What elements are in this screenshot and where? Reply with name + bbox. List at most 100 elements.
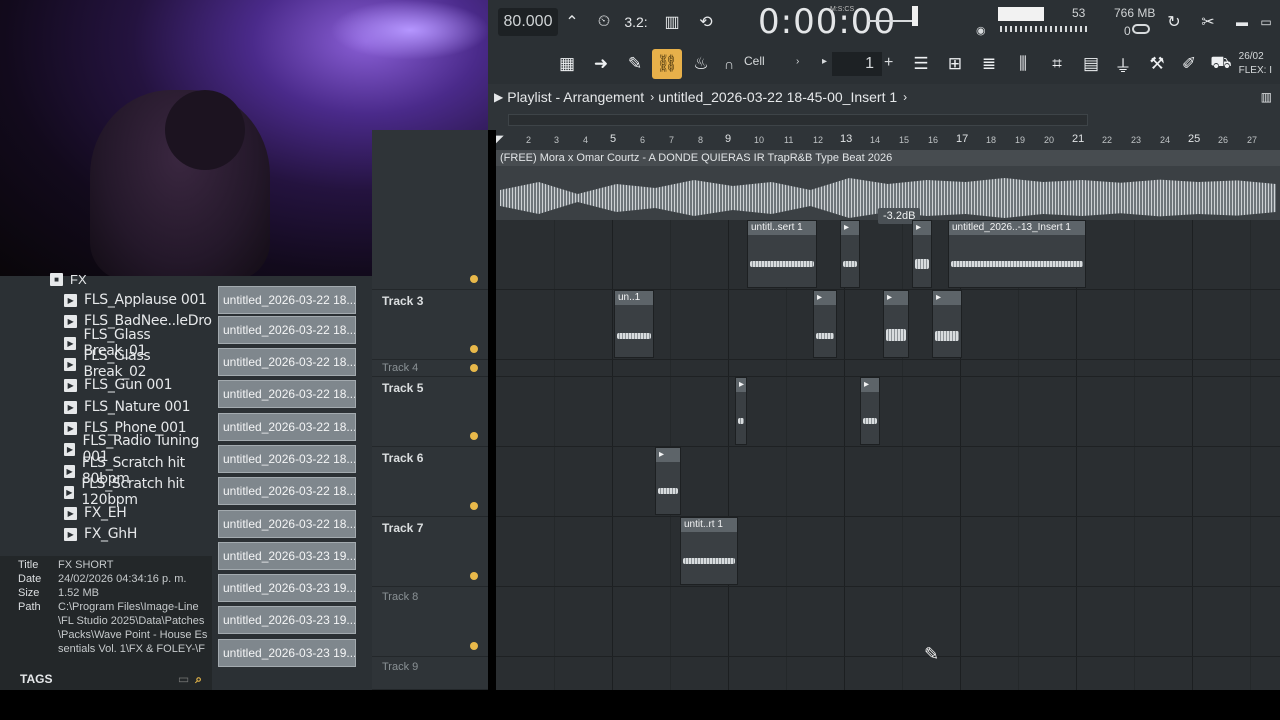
playhead-marker-icon[interactable]: ◤ — [496, 134, 504, 145]
hint-icon[interactable]: ✂ — [1194, 8, 1222, 36]
timeline-ruler[interactable]: ◤ 2 3 4 5 6 7 8 9 10 11 12 13 14 15 16 1… — [496, 130, 1280, 150]
track-header[interactable]: Track 4 — [372, 360, 488, 377]
draw-tool-icon[interactable]: ✎ — [620, 49, 650, 79]
tempo-display[interactable]: 80.000 — [498, 8, 558, 36]
track-row[interactable] — [496, 517, 1280, 587]
track-header[interactable]: Track 5 — [372, 377, 488, 447]
loop-record-icon[interactable]: ⟲ — [692, 8, 720, 36]
track-led[interactable] — [470, 572, 478, 580]
audio-clip[interactable]: untitl..sert 1 — [747, 220, 817, 288]
track-led[interactable] — [470, 432, 478, 440]
audio-clip[interactable]: ▸ — [655, 447, 681, 515]
play-arrow-icon[interactable]: ▸ — [822, 56, 827, 67]
clip-item[interactable]: untitled_2026-03-23 19... — [218, 639, 356, 667]
audio-clip[interactable]: untitled_2026..-13_Insert 1 — [948, 220, 1086, 288]
track-row[interactable] — [496, 377, 1280, 447]
add-icon[interactable]: + — [884, 54, 893, 72]
restore-icon[interactable]: ▭ — [1252, 8, 1280, 36]
track-header[interactable]: Track 9 — [372, 657, 488, 690]
refresh-icon[interactable]: ↻ — [1160, 8, 1188, 36]
snap-arrow-icon[interactable]: › — [796, 56, 799, 67]
track-name: Track 5 — [382, 381, 424, 395]
visibility-icon[interactable]: ◉ — [976, 24, 986, 37]
browser-item[interactable]: ▶ FX_EH — [64, 503, 127, 523]
audio-clip[interactable]: un..1 — [614, 290, 654, 358]
routing-icon[interactable]: ⌗ — [1042, 49, 1072, 79]
mixer-icon[interactable]: ⫼ — [1008, 49, 1038, 79]
magnet-icon[interactable]: ∩ — [724, 56, 734, 72]
track-led[interactable] — [470, 502, 478, 510]
track-row[interactable] — [496, 220, 1280, 290]
brush-icon[interactable]: ✐ — [1174, 49, 1204, 79]
track-led[interactable] — [470, 275, 478, 283]
clip-item[interactable]: untitled_2026-03-23 19... — [218, 574, 356, 602]
window-close-icon[interactable]: ▥ — [1261, 90, 1272, 104]
link-icon[interactable]: ⛓ — [652, 49, 682, 79]
audio-clip[interactable]: ▸ — [860, 377, 880, 445]
list-icon[interactable]: ≣ — [974, 49, 1004, 79]
clip-item[interactable]: untitled_2026-03-22 18... — [218, 348, 356, 376]
overview-scroll[interactable] — [508, 114, 1088, 126]
search-icon[interactable]: ⌕ — [195, 672, 202, 687]
playlist-overview[interactable] — [488, 110, 1280, 130]
audio-clip[interactable]: ▸ — [883, 290, 909, 358]
browser-item[interactable]: ▶ FLS_Gun 001 — [64, 375, 173, 395]
audio-clip[interactable]: ▸ — [735, 377, 747, 445]
song-audio-clip[interactable]: (FREE) Mora x Omar Courtz - A DONDE QUIE… — [496, 150, 1280, 224]
tool-icon[interactable]: ⚒ — [1142, 49, 1172, 79]
track-row[interactable] — [496, 447, 1280, 517]
track-header[interactable]: Track 3 — [372, 290, 488, 360]
track-led[interactable] — [470, 642, 478, 650]
playlist-grid[interactable]: ◤ 2 3 4 5 6 7 8 9 10 11 12 13 14 15 16 1… — [496, 130, 1280, 690]
clip-item[interactable]: untitled_2026-03-22 18... — [218, 380, 356, 408]
track-row[interactable] — [496, 360, 1280, 377]
audio-clip[interactable]: ▸ — [932, 290, 962, 358]
browser-item[interactable]: ▶ FX_GhH — [64, 524, 137, 544]
track-header[interactable]: Track 8 — [372, 587, 488, 657]
browser-item[interactable]: ▶ FLS_Scratch hit 120bpm — [64, 476, 212, 508]
clip-item[interactable]: untitled_2026-03-22 18... — [218, 510, 356, 538]
audio-clip[interactable]: ▸ — [813, 290, 837, 358]
step-value[interactable]: 1 — [832, 52, 882, 76]
wait-input-icon[interactable]: ⏲ — [590, 8, 618, 36]
track-header[interactable]: Track 6 — [372, 447, 488, 517]
track-led[interactable] — [470, 345, 478, 353]
clip-item[interactable]: untitled_2026-03-23 19... — [218, 542, 356, 570]
arrow-right-icon[interactable]: ➜ — [586, 49, 616, 79]
track-header[interactable]: Track 7 — [372, 517, 488, 587]
clip-item[interactable]: untitled_2026-03-23 19... — [218, 606, 356, 634]
folder-icon[interactable]: ▭ — [178, 672, 189, 686]
clip-item[interactable]: untitled_2026-03-22 18... — [218, 413, 356, 441]
step-edit-icon[interactable]: ▥ — [658, 8, 686, 36]
clip-item[interactable]: untitled_2026-03-22 18... — [218, 286, 356, 314]
pattern-length-button[interactable]: 3.2: — [622, 8, 650, 36]
folder-fx[interactable]: ■ FX — [50, 272, 87, 287]
track-header[interactable] — [372, 220, 488, 290]
playlist-song[interactable]: untitled_2026-03-22 18-45-00_Insert 1 — [658, 89, 897, 105]
song-time[interactable]: 0:00:00 — [758, 2, 896, 42]
browser-item[interactable]: ▶ FLS_Nature 001 — [64, 397, 190, 417]
clip-item[interactable]: untitled_2026-03-22 18... — [218, 445, 356, 473]
stamp-icon[interactable]: ♨ — [686, 49, 716, 79]
playlist-icon[interactable]: ☰ — [906, 49, 936, 79]
master-volume-slider[interactable] — [868, 20, 914, 22]
audio-clip[interactable]: ▸ — [840, 220, 860, 288]
audio-clip[interactable]: untit..rt 1 — [680, 517, 738, 585]
track-row[interactable] — [496, 587, 1280, 657]
clip-item[interactable]: untitled_2026-03-22 18... — [218, 477, 356, 505]
metronome-icon[interactable]: ⌃ — [558, 8, 586, 36]
playlist-menu-arrow-icon[interactable]: ▶ — [494, 90, 503, 104]
browser-item[interactable]: ▶ FLS_Glass Break_02 — [64, 348, 212, 380]
browser-item[interactable]: ▶ FLS_Applause 001 — [64, 290, 207, 310]
file-icon[interactable]: ▤ — [1076, 49, 1106, 79]
clip-item[interactable]: untitled_2026-03-22 18... — [218, 316, 356, 344]
song-arrow-icon[interactable]: › — [903, 90, 907, 104]
master-volume-knob[interactable] — [912, 6, 918, 26]
piano-roll-icon[interactable]: ▦ — [552, 49, 582, 79]
snap-selector[interactable]: Cell — [744, 54, 765, 68]
cart-icon[interactable]: ⛟ — [1206, 49, 1236, 79]
channel-rack-icon[interactable]: ⊞ — [940, 49, 970, 79]
track-led[interactable] — [470, 364, 478, 372]
plug-icon[interactable]: ⏚ — [1108, 49, 1138, 79]
audio-clip[interactable]: ▸ — [912, 220, 932, 288]
